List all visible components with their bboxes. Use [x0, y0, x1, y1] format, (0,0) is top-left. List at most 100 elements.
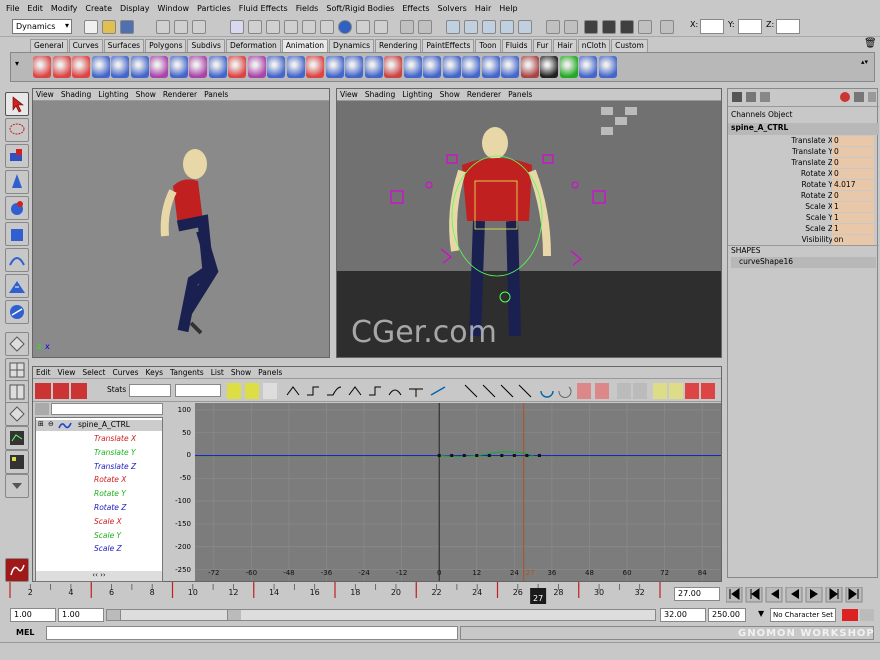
hold-current-keys-icon[interactable] — [72, 56, 90, 78]
layer-options-icon[interactable] — [854, 92, 864, 102]
graph-menu-curves[interactable]: Curves — [112, 368, 138, 377]
attribute-item[interactable]: Translate X — [94, 434, 136, 443]
unify-tangents-icon[interactable] — [617, 383, 631, 399]
input-field-mode-icon[interactable] — [660, 20, 674, 34]
channel-row[interactable]: Rotate X0 — [728, 169, 879, 180]
point-constraint-icon[interactable] — [345, 56, 363, 78]
weighted-tangent-icon[interactable] — [701, 383, 715, 399]
channel-value[interactable]: 0 — [832, 169, 874, 179]
viewport-menu-panels[interactable]: Panels — [508, 90, 532, 99]
perspective-viewport[interactable]: View Shading Lighting Show Renderer Panels CG… — [336, 88, 722, 358]
shelf-tab-fur[interactable]: Fur — [532, 39, 553, 52]
graph-menu-show[interactable]: Show — [231, 368, 251, 377]
blend-shape-icon[interactable] — [325, 56, 344, 78]
tab-object[interactable]: Object — [768, 110, 792, 119]
range-handle-start[interactable] — [107, 610, 121, 620]
cluster-icon[interactable] — [267, 56, 285, 78]
buffer-curve-snapshot-icon[interactable] — [577, 383, 591, 399]
ik-handle-icon[interactable] — [91, 56, 110, 78]
channel-value[interactable]: 4.017 — [832, 180, 874, 190]
z-field[interactable] — [776, 19, 800, 34]
graph-menu-view[interactable]: View — [58, 368, 76, 377]
attribute-item[interactable]: Translate Y — [94, 448, 136, 457]
shelf-tab-ncloth[interactable]: nCloth — [577, 39, 611, 52]
make-live-icon[interactable] — [518, 20, 532, 34]
snap-view-plane-icon[interactable] — [500, 20, 514, 34]
graph-menu-select[interactable]: Select — [82, 368, 105, 377]
auto-key-icon[interactable] — [842, 609, 858, 621]
range-bar[interactable] — [106, 609, 656, 621]
graph-menu-keys[interactable]: Keys — [146, 368, 164, 377]
set-breakdown-icon[interactable] — [52, 56, 71, 78]
lasso-tool-icon[interactable] — [5, 118, 29, 142]
paint-weights-icon[interactable] — [481, 56, 500, 78]
move-nearest-key-icon[interactable] — [35, 383, 51, 399]
menu-modify[interactable]: Modify — [51, 4, 78, 13]
menu-fluid-effects[interactable]: Fluid Effects — [239, 4, 288, 13]
mel-input[interactable] — [46, 626, 458, 640]
render-view-icon[interactable] — [584, 20, 598, 34]
snap-point-icon[interactable] — [482, 20, 496, 34]
pole-vector-constraint-icon[interactable] — [423, 56, 441, 78]
end-time-field[interactable]: 250.00 — [708, 608, 746, 622]
viewport-menu-lighting[interactable]: Lighting — [402, 90, 432, 99]
graph-area[interactable]: 27 -72 -60 -48 -36 -24 -12 0 12 24 36 48 60 72 84 — [195, 403, 721, 581]
menu-help[interactable]: Help — [499, 4, 517, 13]
layout-single-icon[interactable] — [5, 332, 29, 356]
range-handle-end[interactable] — [227, 610, 241, 620]
graph-menu-list[interactable]: List — [211, 368, 224, 377]
trash-icon[interactable]: 🗑 — [864, 38, 877, 49]
viewport-menu-shading[interactable]: Shading — [365, 90, 395, 99]
trax-editor-icon[interactable] — [669, 383, 683, 399]
tool-settings-icon[interactable] — [760, 92, 770, 102]
x-field[interactable] — [700, 19, 724, 34]
channel-row[interactable]: Rotate Y 4.017 — [728, 180, 879, 191]
pin-icon[interactable] — [559, 56, 578, 78]
channel-row[interactable]: Translate X0 — [728, 136, 879, 147]
viewport-menu-renderer[interactable]: Renderer — [467, 90, 501, 99]
swap-buffer-curve-icon[interactable] — [595, 383, 609, 399]
layer-color-icon[interactable] — [840, 92, 850, 102]
input-ops-icon[interactable] — [546, 20, 560, 34]
rotate-tool-icon[interactable] — [5, 196, 29, 220]
menu-hair[interactable]: Hair — [475, 4, 491, 13]
collapse-icon[interactable]: ⊖ — [48, 420, 54, 428]
shelf-tab-custom[interactable]: Custom — [611, 39, 648, 52]
highlight-selection-icon[interactable] — [418, 20, 432, 34]
menu-soft-rigid-bodies[interactable]: Soft/Rigid Bodies — [326, 4, 394, 13]
lock-selection-icon[interactable] — [400, 20, 414, 34]
snap-curve-icon[interactable] — [464, 20, 478, 34]
scale-tool-icon[interactable] — [5, 222, 29, 246]
stats-frame-field[interactable] — [129, 384, 171, 397]
select-component-icon[interactable] — [192, 20, 206, 34]
last-tool-icon[interactable] — [5, 300, 29, 324]
create-clip-icon[interactable] — [520, 56, 539, 78]
menu-display[interactable]: Display — [120, 4, 150, 13]
new-scene-icon[interactable] — [84, 20, 98, 34]
layout-persp-outliner-icon[interactable] — [5, 402, 29, 426]
tab-channels[interactable]: Channels — [731, 110, 766, 119]
preferences-icon[interactable] — [860, 609, 874, 621]
viewport-menu-panels[interactable]: Panels — [204, 90, 228, 99]
parent-constraint-icon[interactable] — [403, 56, 422, 78]
y-field[interactable] — [738, 19, 762, 34]
character-set-field[interactable]: No Character Set — [770, 608, 836, 622]
current-time-field[interactable]: 27.00 — [674, 587, 720, 601]
attribute-item[interactable]: Translate Z — [94, 462, 136, 471]
channel-row[interactable]: Scale Z1 — [728, 224, 879, 235]
insert-key-icon[interactable] — [53, 383, 69, 399]
graph-menu-edit[interactable]: Edit — [36, 368, 51, 377]
shelf-tab-painteffects[interactable]: PaintEffects — [422, 39, 475, 52]
layout-graph-icon[interactable] — [5, 426, 29, 450]
viewport-menu-view[interactable]: View — [36, 90, 54, 99]
menu-particles[interactable]: Particles — [197, 4, 231, 13]
select-set-icon[interactable] — [598, 56, 617, 78]
channel-value[interactable]: 0 — [832, 147, 874, 157]
channel-value[interactable]: 1 — [832, 224, 874, 234]
select-tool-icon[interactable] — [5, 92, 29, 116]
viewport-menu-lighting[interactable]: Lighting — [98, 90, 128, 99]
viewport-menu-view[interactable]: View — [340, 90, 358, 99]
orient-constraint-icon[interactable] — [384, 56, 402, 78]
aim-constraint-icon[interactable] — [364, 56, 383, 78]
layout-two-icon[interactable] — [5, 380, 29, 404]
